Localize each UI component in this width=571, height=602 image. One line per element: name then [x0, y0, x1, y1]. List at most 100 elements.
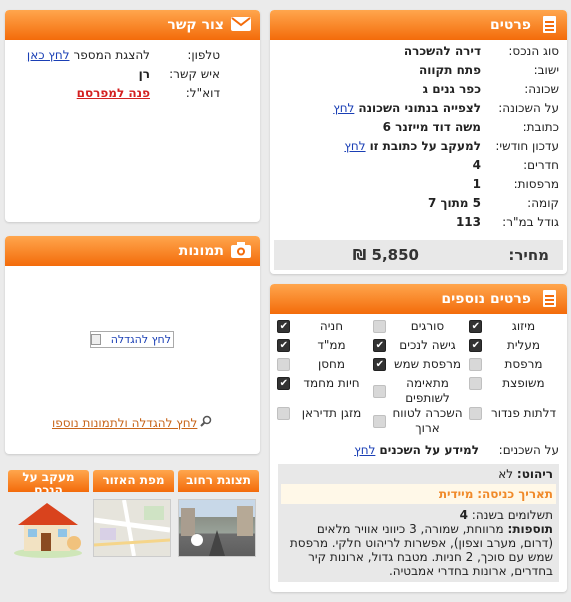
detail-value: 4	[472, 158, 481, 172]
feature-label: מיזוג	[511, 319, 536, 333]
neighbors-link[interactable]: לחץ	[354, 441, 375, 460]
price-label: מחיר:	[508, 246, 549, 264]
feature-label: חיות מחמד	[303, 376, 360, 390]
feature-item: משופצת	[469, 376, 559, 391]
feature-label: מחסן	[317, 357, 346, 371]
detail-row: מרפסות: 1	[278, 175, 559, 194]
feature-label: גישה לנכים	[399, 338, 456, 352]
tab-property-tracking[interactable]: מעקב על הנכס	[8, 470, 89, 492]
price-bar: מחיר: 5,850 ₪	[274, 238, 563, 270]
feature-item: השכרה לטווח ארוך	[373, 406, 463, 436]
checkbox-unchecked-icon	[373, 320, 386, 333]
detail-row: גודל במ"ר: 113	[278, 213, 559, 232]
extra-details-panel: פרטים נוספים מיזוגסורגיםחניהמעליתגישה לנ…	[270, 284, 567, 592]
entry-date-row: תאריך כניסה: מיידית	[281, 484, 556, 504]
area-map-thumbnail[interactable]	[93, 499, 171, 557]
phone-row: טלפון: להצגת המספר לחץ כאן	[13, 46, 220, 65]
feature-label: מתאימה לשותפים	[405, 376, 450, 405]
detail-row: ישוב: פתח תקווה	[278, 61, 559, 80]
neighbors-row: על השכנים: למידע על השכנים לחץ	[278, 441, 559, 460]
feature-label: סורגים	[410, 319, 445, 333]
feature-item: מיזוג	[469, 319, 559, 334]
checkbox-unchecked-icon	[277, 358, 290, 371]
neighbors-value: למידע על השכנים	[379, 443, 479, 457]
feature-label: מעלית	[506, 338, 541, 352]
main-photo[interactable]: לחץ להגדלה	[90, 331, 174, 348]
checkbox-checked-icon	[277, 376, 290, 391]
detail-value: למעקב על כתובת זו	[369, 139, 481, 153]
detail-label: עדכון חודשי:	[495, 139, 559, 153]
photos-header: תמונות	[5, 236, 260, 266]
detail-value: 1	[472, 177, 481, 191]
feature-item: מחסן	[277, 357, 367, 372]
tracking-house-image[interactable]	[8, 497, 88, 559]
feature-item: דלתות פנדור	[469, 406, 559, 421]
detail-label: כתובת:	[522, 120, 559, 134]
photos-title: תמונות	[178, 243, 224, 259]
checkbox-checked-icon	[469, 338, 482, 353]
magnify-icon	[200, 415, 212, 430]
show-phone-link[interactable]: לחץ כאן	[27, 46, 70, 65]
detail-link[interactable]: לחץ	[333, 99, 354, 118]
photos-panel: תמונות לחץ להגדלה לחץ להגדלה ולתמונות נו…	[5, 236, 260, 454]
feature-item: מעלית	[469, 338, 559, 353]
detail-value: דירה להשכרה	[403, 44, 481, 58]
checkbox-unchecked-icon	[469, 407, 482, 420]
entry-date-value: מיידית	[438, 487, 474, 501]
tab-street-view[interactable]: תצוגת רחוב	[178, 470, 259, 492]
details-rows: סוג הנכס: דירה להשכרה ישוב: פתח תקווה שכונה:…	[270, 40, 567, 232]
detail-label: קומה:	[527, 196, 559, 210]
envelope-icon	[231, 15, 252, 35]
detail-label: מרפסות:	[513, 177, 559, 191]
checkbox-unchecked-icon	[469, 358, 482, 371]
checkbox-unchecked-icon	[373, 414, 386, 428]
feature-item: מתאימה לשותפים	[373, 376, 463, 406]
feature-item: מרפסת	[469, 357, 559, 372]
detail-row: קומה: 5 מתוך 7	[278, 194, 559, 213]
feature-label: דלתות פנדור	[490, 406, 557, 420]
more-photos-link[interactable]: לחץ להגדלה ולתמונות נוספו	[52, 416, 197, 430]
feature-item: גישה לנכים	[373, 338, 463, 353]
contact-advertiser-link[interactable]: פנה למפרסם	[77, 84, 150, 103]
checkbox-checked-icon	[469, 319, 482, 334]
feature-item: מזגן תדיראן	[277, 406, 367, 421]
detail-row: כתובת: משה דוד מייזנר 6	[278, 118, 559, 137]
additions-label: תוספות:	[507, 522, 553, 536]
detail-label: גודל במ"ר:	[502, 215, 559, 229]
price-value: 5,850 ₪	[352, 246, 419, 264]
furnish-value: לא	[498, 467, 514, 481]
checkbox-checked-icon	[373, 357, 386, 372]
details-title: פרטים	[489, 17, 531, 33]
checkbox-unchecked-icon	[469, 377, 482, 390]
neighbors-label: על השכנים:	[498, 443, 559, 457]
payments-label: תשלומים בשנה:	[471, 508, 553, 522]
feature-item: ממ"ד	[277, 338, 367, 353]
feature-item: חיות מחמד	[277, 376, 367, 391]
detail-row: עדכון חודשי: למעקב על כתובת זו לחץ	[278, 137, 559, 156]
detail-value: כפר גנים ג	[422, 82, 481, 96]
enlarge-image-alt: לחץ להגדלה	[110, 333, 171, 346]
detail-link[interactable]: לחץ	[344, 137, 365, 156]
feature-label: משופצת	[502, 376, 545, 390]
additions-row: תוספות: מרווחת, שמורה, 3 כיווני אוויר מל…	[284, 522, 553, 578]
feature-label: מזגן תדיראן	[301, 406, 362, 420]
detail-value: משה דוד מייזנר 6	[382, 120, 481, 134]
checkbox-unchecked-icon	[373, 384, 386, 398]
feature-label: ממ"ד	[317, 338, 346, 352]
email-row: דוא"ל: פנה למפרסם	[13, 84, 220, 103]
details-header: פרטים	[270, 10, 567, 40]
email-label: דוא"ל:	[185, 86, 220, 100]
checkbox-checked-icon	[277, 338, 290, 353]
detail-value: פתח תקווה	[418, 63, 481, 77]
checkbox-unchecked-icon	[277, 407, 290, 420]
checkbox-checked-icon	[277, 319, 290, 334]
feature-item: מרפסת שמש	[373, 357, 463, 372]
entry-date-label: תאריך כניסה:	[477, 487, 553, 501]
tab-area-map[interactable]: מפת האזור	[93, 470, 174, 492]
feature-item: חניה	[277, 319, 367, 334]
payments-row: תשלומים בשנה: 4	[284, 508, 553, 522]
contact-person-value: רן	[138, 67, 150, 81]
detail-value: 5 מתוך 7	[427, 196, 481, 210]
document-icon	[539, 15, 559, 35]
street-view-thumbnail[interactable]	[178, 499, 256, 557]
